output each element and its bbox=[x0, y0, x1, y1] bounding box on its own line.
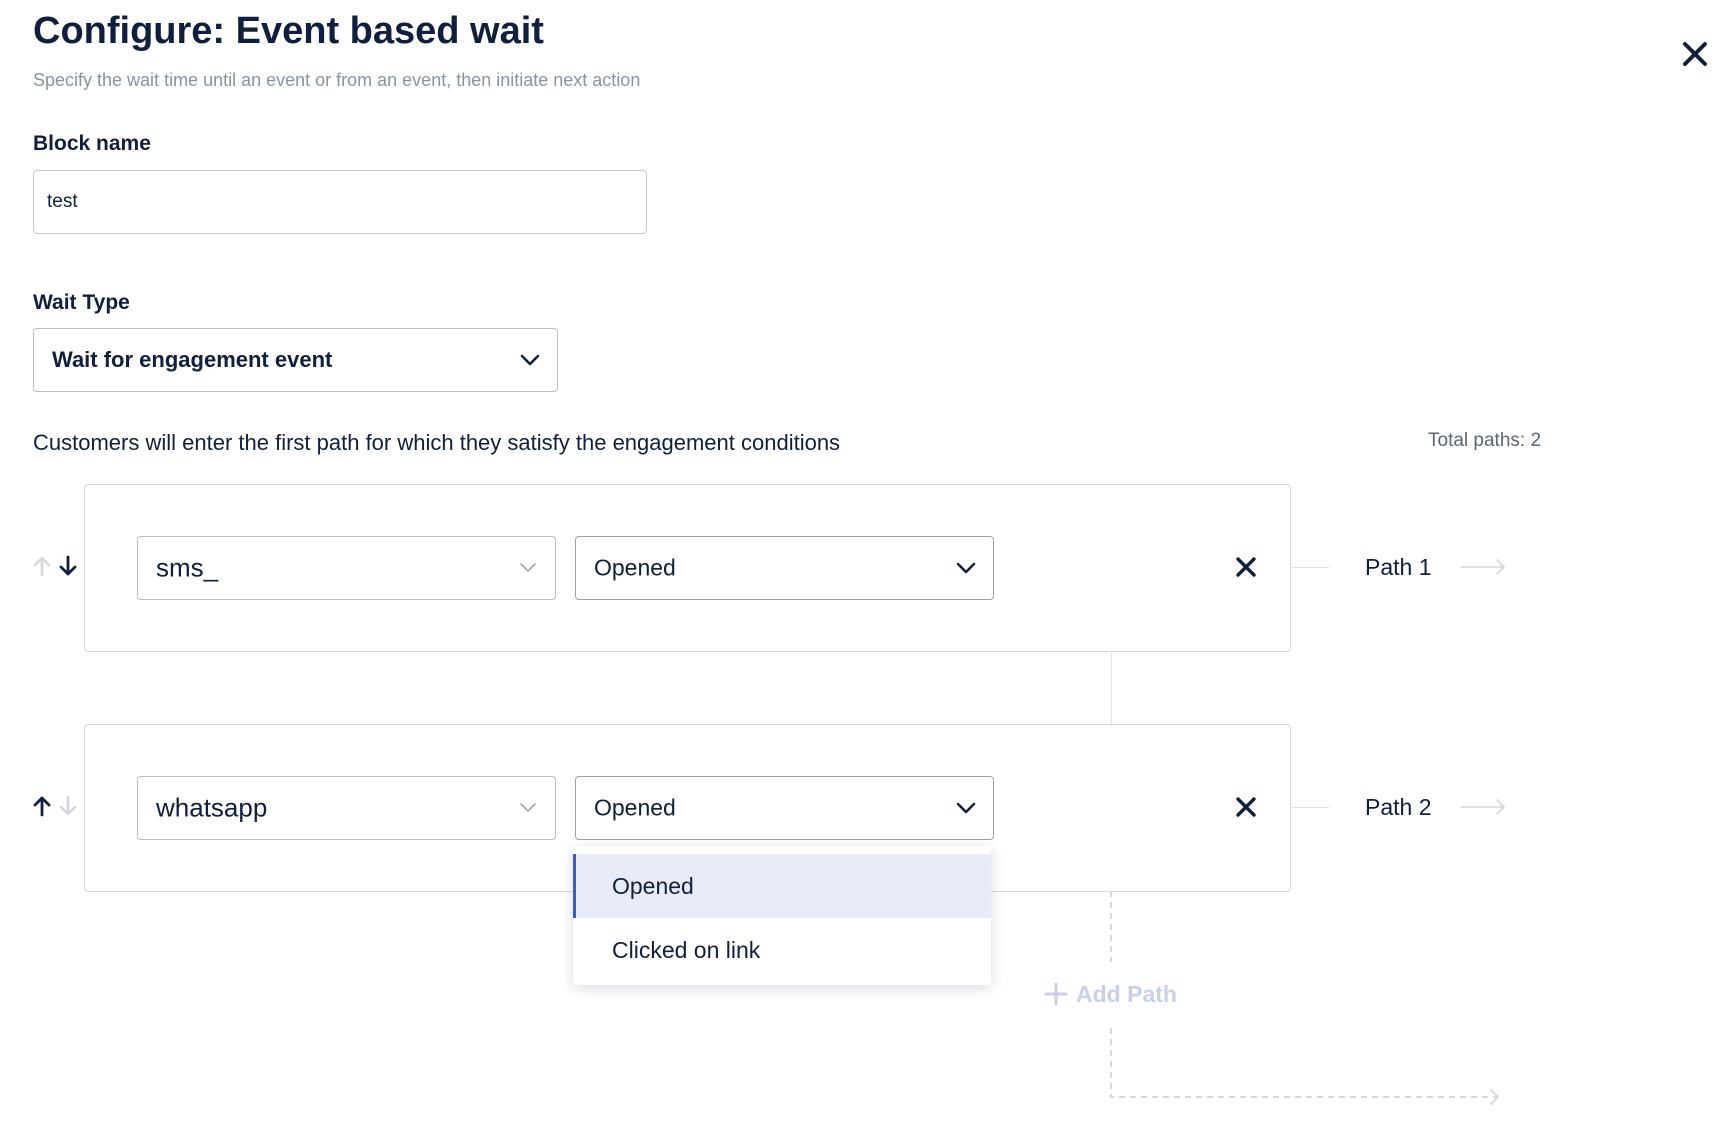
channel-value: sms_ bbox=[156, 552, 219, 583]
wait-type-select[interactable]: Wait for engagement event bbox=[33, 328, 558, 392]
move-down-button[interactable] bbox=[57, 793, 79, 819]
chevron-down-icon bbox=[956, 802, 976, 814]
chevron-down-icon bbox=[520, 803, 536, 812]
chevron-down-icon bbox=[520, 354, 540, 366]
page-title: Configure: Event based wait bbox=[33, 10, 544, 52]
channel-select[interactable]: whatsapp bbox=[137, 776, 556, 840]
channel-select[interactable]: sms_ bbox=[137, 536, 556, 600]
dropdown-option-clicked-on-link[interactable]: Clicked on link bbox=[573, 918, 991, 982]
block-name-input[interactable] bbox=[33, 170, 647, 234]
arrow-up-icon bbox=[33, 796, 51, 817]
remove-path-button[interactable] bbox=[1231, 792, 1261, 822]
arrow-down-icon bbox=[59, 795, 77, 816]
close-icon bbox=[1683, 42, 1707, 66]
close-button[interactable] bbox=[1675, 34, 1715, 74]
wait-type-value: Wait for engagement event bbox=[52, 347, 333, 372]
event-select[interactable]: Opened bbox=[575, 536, 994, 600]
chevron-down-icon bbox=[956, 562, 976, 574]
path-2-connector bbox=[1291, 807, 1329, 808]
channel-value: whatsapp bbox=[156, 792, 268, 823]
arrow-up-icon bbox=[33, 556, 51, 577]
event-value: Opened bbox=[594, 794, 676, 821]
add-path-button[interactable]: Add Path bbox=[1044, 978, 1177, 1010]
block-name-label: Block name bbox=[33, 132, 151, 155]
event-value: Opened bbox=[594, 554, 676, 581]
path-1-connector bbox=[1291, 567, 1329, 568]
page-subtitle: Specify the wait time until an event or … bbox=[33, 70, 641, 90]
event-dropdown-menu: Opened Clicked on link bbox=[573, 846, 991, 985]
arrow-right-icon bbox=[1460, 799, 1505, 815]
total-paths-count: Total paths: 2 bbox=[1428, 430, 1542, 451]
add-path-label: Add Path bbox=[1076, 980, 1177, 1007]
path-connector-line bbox=[1111, 653, 1112, 724]
dropdown-option-opened[interactable]: Opened bbox=[573, 854, 991, 918]
path-label: Path 1 bbox=[1365, 554, 1432, 580]
paths-info-text: Customers will enter the first path for … bbox=[33, 430, 841, 455]
close-icon bbox=[1236, 797, 1256, 817]
arrow-right-icon bbox=[1460, 559, 1505, 575]
arrow-down-icon bbox=[59, 555, 77, 576]
close-icon bbox=[1236, 557, 1256, 577]
move-down-button[interactable] bbox=[57, 553, 79, 579]
plus-icon bbox=[1044, 982, 1068, 1006]
remove-path-button[interactable] bbox=[1231, 552, 1261, 582]
event-select[interactable]: Opened bbox=[575, 776, 994, 840]
path-label: Path 2 bbox=[1365, 794, 1432, 820]
move-up-button[interactable] bbox=[31, 553, 53, 579]
wait-type-label: Wait Type bbox=[33, 291, 130, 314]
chevron-down-icon bbox=[520, 563, 536, 572]
move-up-button[interactable] bbox=[31, 793, 53, 819]
